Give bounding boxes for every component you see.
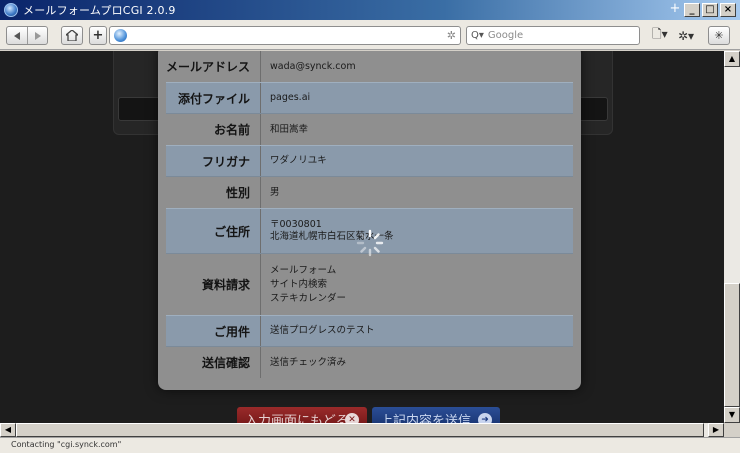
row-value-line: wada@synck.com: [270, 60, 356, 72]
form-row: 添付ファイル pages.ai: [166, 82, 573, 114]
vertical-scrollbar[interactable]: ▲ ▼: [724, 51, 740, 423]
row-value-line: 〒0030801: [270, 219, 322, 230]
home-icon: [66, 30, 78, 41]
row-label: フリガナ: [201, 154, 250, 169]
loading-spinner-icon: ✲: [446, 29, 456, 42]
row-value: 〒0030801 北海道札幌市白石区菊水一条: [260, 209, 573, 253]
maximize-button[interactable]: □: [702, 3, 718, 17]
minimize-button[interactable]: _: [684, 3, 700, 17]
row-label: メールアドレス: [166, 60, 251, 74]
row-label: 送信確認: [201, 356, 250, 370]
back-to-input-button[interactable]: 入力画面にもどる ✕: [237, 407, 367, 423]
row-value: ワダノリユキ: [260, 146, 573, 176]
scroll-right-button[interactable]: ▶: [708, 423, 724, 437]
forward-button[interactable]: [27, 27, 47, 44]
row-value-line: 送信チェック済み: [270, 356, 347, 368]
scroll-up-button[interactable]: ▲: [724, 51, 740, 67]
browser-toolbar: + ✲ Q▾ Google 🗋▾ ✲▾ ✳: [0, 20, 740, 50]
close-circle-icon: ✕: [345, 413, 359, 423]
globe-icon: [114, 29, 127, 42]
vertical-scroll-thumb[interactable]: [724, 283, 740, 407]
back-arrow-icon: [14, 31, 20, 40]
horizontal-scrollbar[interactable]: ◀ ▶: [0, 423, 724, 437]
form-row: メールアドレス wada@synck.com: [166, 51, 573, 82]
scrollbar-corner: [724, 423, 740, 437]
forward-arrow-icon: [34, 31, 41, 40]
row-value: 男: [260, 177, 573, 208]
form-row: 送信確認 送信チェック済み: [166, 347, 573, 378]
row-value-line: pages.ai: [270, 92, 311, 103]
send-button[interactable]: 上記内容を送信 ➜: [372, 407, 500, 423]
status-bar: Contacting "cgi.synck.com": [0, 437, 740, 453]
window-title: メールフォームプロCGI 2.0.9: [23, 4, 176, 17]
scroll-left-button[interactable]: ◀: [0, 423, 16, 437]
bug-icon: ✳: [714, 29, 724, 42]
address-bar[interactable]: ✲: [109, 26, 461, 45]
loading-spinner-icon: [356, 229, 384, 257]
add-bookmark-button[interactable]: +: [89, 26, 107, 45]
row-value-line: ワダノリユキ: [270, 155, 327, 166]
browser-app-icon: [4, 3, 18, 17]
send-label: 上記内容を送信: [380, 413, 472, 424]
form-row: 性別 男: [166, 177, 573, 208]
back-forward-group: [6, 26, 48, 45]
row-label: ご住所: [213, 224, 250, 239]
form-row: フリガナ ワダノリユキ: [166, 145, 573, 177]
row-value-line: サイト内検索: [270, 278, 328, 290]
back-to-input-label: 入力画面にもどる: [245, 413, 349, 424]
debug-button[interactable]: ✳: [708, 26, 730, 45]
row-label: 資料請求: [201, 278, 250, 292]
horizontal-scroll-thumb[interactable]: [16, 423, 704, 437]
row-value-line: 和田嵩幸: [270, 123, 309, 135]
plus-icon: +: [92, 28, 104, 43]
row-value: wada@synck.com: [260, 51, 573, 82]
window-controls: _ □ ×: [684, 3, 736, 17]
row-value: 和田嵩幸: [260, 114, 573, 145]
search-box[interactable]: Q▾ Google: [466, 26, 640, 45]
form-row: 資料請求 メールフォーム サイト内検索 ステキカレンダー: [166, 254, 573, 315]
row-value: メールフォーム サイト内検索 ステキカレンダー: [260, 254, 573, 315]
row-value: 送信プログレスのテスト: [260, 316, 573, 346]
search-placeholder: Google: [487, 30, 524, 41]
row-value-line: 男: [270, 186, 280, 198]
arrow-circle-icon: ➜: [478, 413, 492, 423]
row-value: 送信チェック済み: [260, 347, 573, 378]
back-button[interactable]: [7, 27, 27, 44]
home-button[interactable]: [61, 26, 83, 45]
close-button[interactable]: ×: [720, 3, 736, 17]
row-label: お名前: [213, 123, 250, 137]
window-title-bar: メールフォームプロCGI 2.0.9 + _ □ ×: [0, 0, 740, 20]
row-value-line: メールフォーム: [270, 264, 337, 276]
row-value: pages.ai: [260, 83, 573, 113]
search-icon: Q▾: [471, 30, 484, 41]
row-value-line: ステキカレンダー: [270, 292, 347, 304]
gear-icon: ✲▾: [678, 28, 695, 43]
status-text: Contacting "cgi.synck.com": [11, 440, 122, 449]
row-label: 添付ファイル: [177, 91, 250, 106]
scroll-down-button[interactable]: ▼: [724, 407, 740, 423]
form-row: お名前 和田嵩幸: [166, 114, 573, 145]
row-label: 性別: [225, 186, 250, 200]
tools-menu-button[interactable]: ✲▾: [678, 26, 694, 45]
confirmation-card: メールアドレス wada@synck.com 添付ファイル pages.ai お…: [158, 51, 581, 390]
row-label: ご用件: [213, 324, 250, 339]
page-menu-button[interactable]: 🗋▾: [652, 26, 668, 45]
page-icon: 🗋▾: [652, 27, 668, 41]
form-row: ご用件 送信プログレスのテスト: [166, 315, 573, 347]
row-value-line: 北海道札幌市白石区菊水一条: [270, 231, 394, 242]
row-value-line: 送信プログレスのテスト: [270, 325, 375, 336]
